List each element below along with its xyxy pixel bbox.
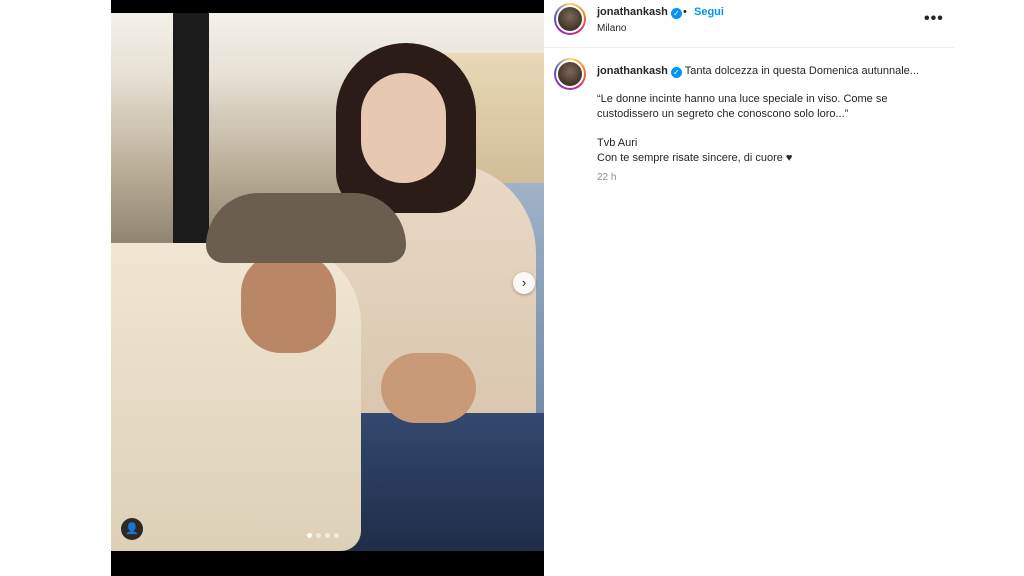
hat-shape — [206, 193, 406, 263]
carousel-dots — [307, 533, 339, 538]
post-timestamp[interactable]: 22 h — [597, 172, 616, 183]
caption-line-final: Con te sempre risate sincere, di cuore ♥ — [597, 152, 793, 164]
post-sidebar: jonathankash ✓ • Segui Milano ••• jonatha… — [544, 0, 954, 576]
carousel-next-icon[interactable]: › — [513, 272, 535, 294]
verified-badge-icon: ✓ — [670, 67, 682, 78]
verified-badge-icon: ✓ — [670, 8, 682, 19]
carousel-dot — [325, 533, 330, 538]
avatar-image — [556, 5, 584, 33]
caption-line-tvb: Tvb Auri — [597, 137, 638, 149]
more-options-icon[interactable]: ••• — [924, 10, 944, 28]
caption-header: jonathankash ✓ Tanta dolcezza in questa D… — [597, 64, 919, 79]
caption-username[interactable]: jonathankash — [597, 65, 668, 77]
umbrella-pole-shape — [173, 13, 209, 243]
caption-avatar[interactable] — [554, 58, 586, 90]
avatar[interactable] — [554, 3, 586, 35]
caption-quote-line-1: “Le donne incinte hanno una luce special… — [597, 93, 888, 105]
caption-quote-line-2: custodissero un segreto che conoscono so… — [597, 108, 849, 120]
avatar-image — [556, 60, 584, 88]
carousel-dot — [307, 533, 312, 538]
separator-dot: • — [683, 6, 687, 18]
post-photo — [111, 13, 544, 551]
man-face-shape — [241, 253, 336, 353]
username-text[interactable]: jonathankash — [597, 6, 668, 18]
hand-shape — [381, 353, 476, 423]
post-media[interactable]: › 👤 — [111, 0, 544, 576]
woman-face-shape — [361, 73, 446, 183]
post-header: jonathankash ✓ • Segui Milano ••• — [544, 0, 954, 48]
follow-button[interactable]: Segui — [694, 6, 724, 18]
header-username[interactable]: jonathankash ✓ — [597, 6, 682, 19]
caption-intro: Tanta dolcezza in questa Domenica autunn… — [684, 65, 919, 77]
carousel-dot — [316, 533, 321, 538]
user-tag-icon[interactable]: 👤 — [121, 518, 143, 540]
location-link[interactable]: Milano — [597, 23, 626, 34]
carousel-dot — [334, 533, 339, 538]
